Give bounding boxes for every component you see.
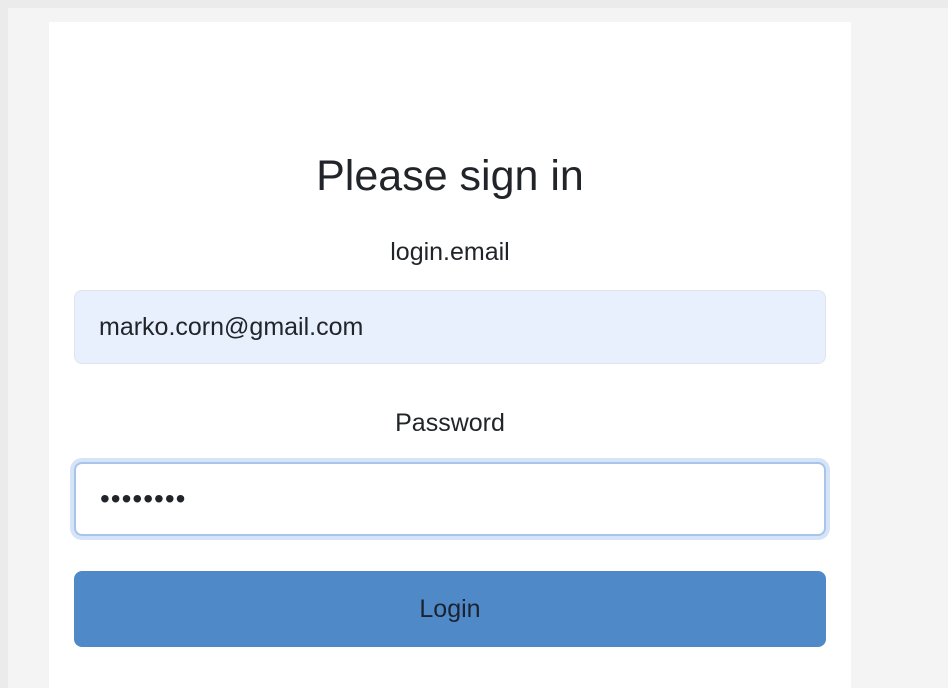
email-label: login.email (390, 238, 510, 266)
password-field[interactable] (74, 462, 826, 536)
login-card: Please sign in login.email Password Logi… (49, 22, 851, 688)
login-button[interactable]: Login (74, 571, 826, 647)
email-field[interactable] (74, 290, 826, 364)
page-title: Please sign in (316, 152, 584, 200)
password-label: Password (395, 409, 505, 437)
